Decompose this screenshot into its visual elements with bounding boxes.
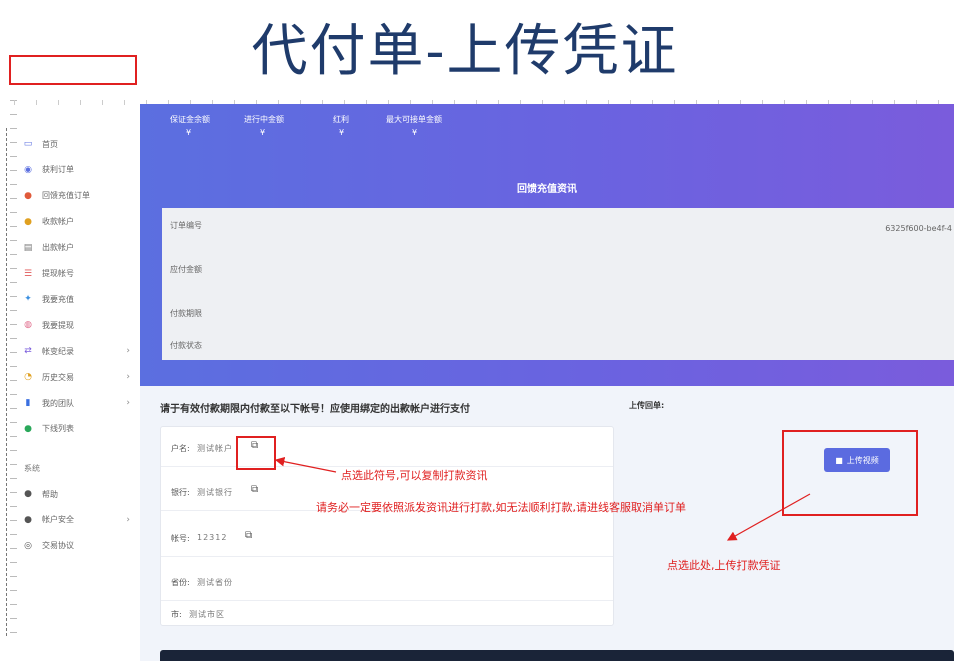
chevron-right-icon: › bbox=[126, 346, 130, 357]
help-icon: ● bbox=[24, 489, 32, 499]
sidebar-item-label: 帮助 bbox=[42, 489, 58, 499]
sidebar-item[interactable]: ◍ 我要提现 bbox=[14, 314, 140, 336]
deadline-label: 付款期限 bbox=[170, 309, 202, 318]
city-value: 测试市区 bbox=[189, 610, 225, 619]
sidebar-item-label: 收款帐户 bbox=[42, 217, 74, 227]
sidebar-section-label: 系统 bbox=[24, 464, 40, 473]
chevron-right-icon: › bbox=[126, 514, 130, 525]
stat-value: ¥ bbox=[260, 128, 266, 137]
copy-highlight-box bbox=[236, 436, 276, 470]
account-row-city: 市: 测试市区 bbox=[171, 610, 225, 619]
slide-title: 代付单-上传凭证 bbox=[251, 19, 679, 84]
stat-value: ¥ bbox=[339, 128, 345, 137]
dashed-ruler bbox=[6, 128, 8, 636]
footer-dark-bar bbox=[160, 650, 954, 661]
sidebar-item[interactable]: ⇄ 帐变纪录 › bbox=[14, 340, 140, 362]
upload-hint-note: 点选此处,上传打款凭证 bbox=[667, 559, 781, 572]
list-icon: ☰ bbox=[23, 268, 33, 279]
sidebar-item[interactable]: ▭ 首页 bbox=[14, 133, 140, 155]
sidebar-item-label: 我要充值 bbox=[42, 294, 74, 304]
history-icon: ◔ bbox=[24, 372, 32, 383]
sidebar-item-label: 历史交易 bbox=[42, 372, 74, 382]
upload-highlight-box bbox=[782, 430, 918, 516]
order-info-panel: 订单编号 6325f600-be4f-4 应付金额 付款期限 付款状态 bbox=[162, 208, 954, 360]
sidebar-item-label: 帐户安全 bbox=[42, 515, 74, 525]
chevron-right-icon: › bbox=[126, 398, 130, 408]
monitor-icon: ▭ bbox=[23, 139, 33, 149]
bar-chart-icon: ▮ bbox=[25, 398, 31, 408]
sidebar-item-label: 提现帐号 bbox=[42, 269, 74, 278]
sidebar-item[interactable]: ✦ 我要充值 bbox=[14, 288, 140, 310]
stat-value: ¥ bbox=[186, 128, 192, 137]
stat-value: ¥ bbox=[412, 128, 418, 137]
account-number-value: 12312 bbox=[197, 533, 228, 542]
sidebar-item-label: 首页 bbox=[42, 139, 58, 149]
status-label: 付款状态 bbox=[170, 341, 202, 350]
eye-icon: ◎ bbox=[24, 540, 32, 551]
transfer-icon: ⇄ bbox=[24, 346, 32, 357]
stat-deposit-balance: 保证金余额 ¥ bbox=[170, 115, 210, 137]
account-row-name: 户名: 测试帐户 ⧉ bbox=[161, 427, 613, 467]
copy-icon[interactable]: ⧉ bbox=[251, 484, 258, 495]
sidebar-item[interactable]: ● 帐户安全 › bbox=[14, 509, 140, 531]
amount-label: 应付金额 bbox=[170, 265, 202, 274]
sidebar-item[interactable]: ◎ 交易协议 bbox=[14, 535, 140, 557]
header-banner: 保证金余额 ¥ 进行中金额 ¥ 红利 ¥ 最大可接单金额 ¥ 回馈充值资讯 订单… bbox=[140, 104, 954, 386]
account-row-number: 帐号: 12312 ⧉ bbox=[161, 517, 613, 557]
withdraw-icon: ◍ bbox=[24, 320, 32, 331]
sidebar-item-label: 我的团队 bbox=[42, 398, 74, 408]
bank-value: 测试银行 bbox=[197, 488, 233, 497]
warning-note: 请务必一定要依照派发资讯进行打款,如无法顺利打款,请进线客服取消单订单 bbox=[316, 501, 686, 514]
order-no-value: 6325f600-be4f-4 bbox=[885, 224, 952, 233]
sidebar-item[interactable]: ◉ 获利订单 bbox=[14, 159, 140, 181]
sidebar-item[interactable]: ▤ 出款帐户 bbox=[14, 237, 140, 259]
sidebar-item-label: 出款帐户 bbox=[42, 243, 74, 253]
orders-icon: ◉ bbox=[24, 164, 32, 175]
banner-title: 回馈充值资讯 bbox=[517, 184, 577, 195]
copy-icon[interactable]: ⧉ bbox=[245, 530, 252, 541]
deposit-icon: ✦ bbox=[24, 294, 32, 305]
sidebar-item[interactable]: ● 下线列表 bbox=[14, 418, 140, 440]
slide: 代付单-上传凭证 ▭ 首页 ◉ 获利订单 ● 回馈充值订单 ● 收款帐户 ▤ 出款帐户 ☰ 提现帐号 ✦… bbox=[0, 0, 954, 661]
sidebar-item[interactable]: ◔ 历史交易 › bbox=[14, 366, 140, 388]
security-user-icon: ● bbox=[24, 514, 32, 525]
sidebar-highlight-box bbox=[9, 55, 137, 85]
payment-instruction-title: 请于有效付款期限内付款至以下帐号！应使用绑定的出款帐户进行支付 bbox=[160, 404, 470, 415]
accounts-icon: ▤ bbox=[23, 242, 33, 253]
stat-bonus: 红利 ¥ bbox=[333, 115, 349, 137]
order-no-label: 订单编号 bbox=[170, 221, 202, 230]
sidebar-item[interactable]: ▮ 我的团队 › bbox=[14, 392, 140, 414]
team-icon: ● bbox=[24, 423, 32, 434]
sidebar-item[interactable]: ● 收款帐户 bbox=[14, 211, 140, 233]
sidebar-item-label: 交易协议 bbox=[42, 541, 74, 551]
sidebar-item-label: 回馈充值订单 bbox=[42, 191, 90, 201]
sidebar-item-label: 我要提现 bbox=[42, 320, 74, 330]
sidebar-item[interactable]: ● 帮助 bbox=[14, 483, 140, 505]
location-pin-icon: ● bbox=[24, 190, 32, 201]
copy-hint-note: 点选此符号,可以复制打款资讯 bbox=[341, 469, 488, 482]
account-name-value: 测试帐户 bbox=[197, 444, 233, 453]
upload-receipt-title: 上传回单: bbox=[629, 401, 665, 410]
sidebar-item-label: 帐变纪录 bbox=[42, 346, 74, 356]
user-icon: ● bbox=[24, 216, 32, 227]
stat-max-order: 最大可接单金额 ¥ bbox=[386, 115, 442, 137]
sidebar-item[interactable]: ● 回馈充值订单 bbox=[14, 185, 140, 207]
stat-in-progress: 进行中金额 ¥ bbox=[244, 115, 284, 137]
main-content: 保证金余额 ¥ 进行中金额 ¥ 红利 ¥ 最大可接单金额 ¥ 回馈充值资讯 订单… bbox=[140, 104, 954, 661]
chevron-right-icon: › bbox=[126, 372, 130, 383]
sidebar-item-label: 下线列表 bbox=[42, 424, 74, 434]
province-value: 测试省份 bbox=[197, 578, 233, 587]
sidebar-item-label: 获利订单 bbox=[42, 165, 74, 175]
sidebar: ▭ 首页 ◉ 获利订单 ● 回馈充值订单 ● 收款帐户 ▤ 出款帐户 ☰ 提现帐号 ✦ 我要充值 ◍ 我要提现… bbox=[14, 130, 140, 650]
sidebar-item[interactable]: ☰ 提现帐号 bbox=[14, 263, 140, 285]
payee-account-card: 户名: 测试帐户 ⧉ 银行: 测试银行 ⧉ 帐号: 12312 ⧉ 省份: 测试… bbox=[160, 426, 614, 626]
